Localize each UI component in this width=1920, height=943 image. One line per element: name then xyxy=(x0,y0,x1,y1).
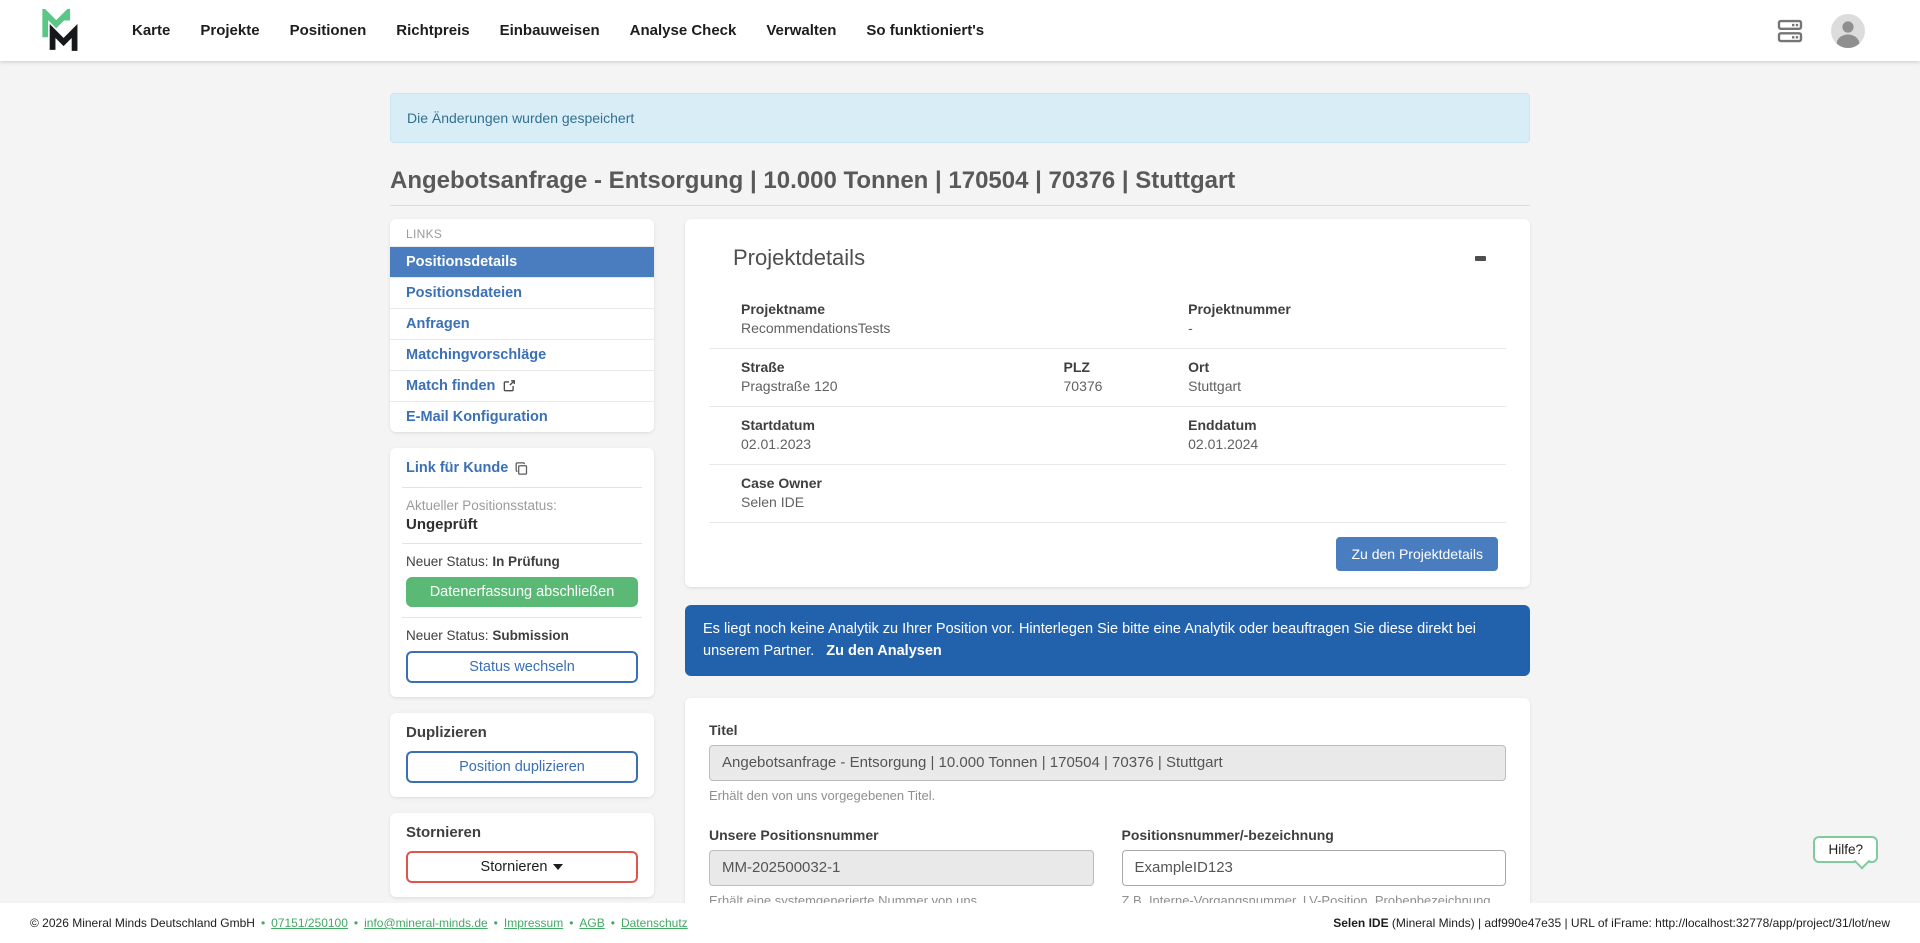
nav-item-positionen[interactable]: Positionen xyxy=(290,22,367,39)
cancel-dropdown-button[interactable]: Stornieren xyxy=(406,851,638,883)
customer-link[interactable]: Link für Kunde xyxy=(406,460,529,476)
position-number-label: Positionsnummer/-bezeichnung xyxy=(1122,827,1507,843)
sidebar-item-matchingvorschlaege[interactable]: Matchingvorschläge xyxy=(390,340,654,371)
detail-row-owner: Case Owner Selen IDE xyxy=(709,465,1506,523)
sidebar-item-anfragen[interactable]: Anfragen xyxy=(390,309,654,340)
nav-item-analyse-check[interactable]: Analyse Check xyxy=(630,22,737,39)
sidebar: LINKS Positionsdetails Positionsdateien … xyxy=(390,219,654,897)
switch-status-button[interactable]: Status wechseln xyxy=(406,651,638,683)
startdatum-value: 02.01.2023 xyxy=(741,436,1188,452)
user-menu-button[interactable] xyxy=(1831,14,1865,48)
logo-icon xyxy=(40,9,84,53)
cancel-title: Stornieren xyxy=(406,824,638,841)
collapse-icon[interactable] xyxy=(1475,256,1486,261)
case-owner-value: Selen IDE xyxy=(741,494,1188,510)
duplicate-title: Duplizieren xyxy=(406,724,638,741)
new-status-line-2: Neuer Status: Submission xyxy=(406,628,638,643)
footer-session-info: Selen IDE (Mineral Minds) | adf990e47e35… xyxy=(1333,916,1890,930)
duplicate-position-button[interactable]: Position duplizieren xyxy=(406,751,638,783)
copyright-text: © 2026 Mineral Minds Deutschland GmbH xyxy=(30,916,255,930)
status-card: Link für Kunde Aktueller Positionsstatus… xyxy=(390,448,654,697)
page-title: Angebotsanfrage - Entsorgung | 10.000 To… xyxy=(390,167,1530,206)
detail-row-dates: Startdatum 02.01.2023 Enddatum 02.01.202… xyxy=(709,407,1506,465)
save-success-alert: Die Änderungen wurden gespeichert xyxy=(390,93,1530,143)
analytics-info-banner: Es liegt noch keine Analytik zu Ihrer Po… xyxy=(685,605,1530,676)
nav-item-einbauweisen[interactable]: Einbauweisen xyxy=(500,22,600,39)
environment-menu-button[interactable] xyxy=(1775,16,1805,46)
mineral-minds-logo[interactable] xyxy=(40,9,84,53)
footer-datenschutz-link[interactable]: Datenschutz xyxy=(605,916,688,930)
project-details-card: Projektdetails Projektname Recommendatio… xyxy=(685,219,1530,587)
nav-item-verwalten[interactable]: Verwalten xyxy=(766,22,836,39)
nav-item-karte[interactable]: Karte xyxy=(132,22,170,39)
footer-impressum-link[interactable]: Impressum xyxy=(488,916,564,930)
current-status-value: Ungeprüft xyxy=(406,516,638,533)
complete-data-entry-button[interactable]: Datenerfassung abschließen xyxy=(406,577,638,607)
project-details-title: Projektdetails xyxy=(733,245,865,271)
caret-down-icon xyxy=(553,864,563,870)
sidebar-item-match-finden[interactable]: Match finden xyxy=(390,371,654,402)
banner-text: Es liegt noch keine Analytik zu Ihrer Po… xyxy=(703,621,1476,659)
sidebar-item-positionsdateien[interactable]: Positionsdateien xyxy=(390,278,654,309)
copy-icon xyxy=(514,461,529,476)
top-navbar: Karte Projekte Positionen Richtpreis Ein… xyxy=(0,0,1920,61)
server-stack-icon xyxy=(1775,16,1805,46)
nav-item-projekte[interactable]: Projekte xyxy=(200,22,259,39)
page-content: Die Änderungen wurden gespeichert Angebo… xyxy=(390,93,1530,943)
main-nav: Karte Projekte Positionen Richtpreis Ein… xyxy=(132,22,1775,39)
alert-message: Die Änderungen wurden gespeichert xyxy=(407,110,634,126)
our-position-number-input xyxy=(709,850,1094,886)
go-to-analyses-link[interactable]: Zu den Analysen xyxy=(826,643,941,659)
nav-item-so-funktionierts[interactable]: So funktioniert's xyxy=(866,22,984,39)
footer-user: Selen IDE xyxy=(1333,916,1388,930)
our-position-number-label: Unsere Positionsnummer xyxy=(709,827,1094,843)
duplicate-card: Duplizieren Position duplizieren xyxy=(390,713,654,797)
go-to-project-details-button[interactable]: Zu den Projektdetails xyxy=(1336,537,1498,571)
footer: © 2026 Mineral Minds Deutschland GmbH 07… xyxy=(0,903,1920,943)
cancel-card: Stornieren Stornieren xyxy=(390,813,654,897)
ort-value: Stuttgart xyxy=(1188,378,1474,394)
titel-helper: Erhält den von uns vorgegebenen Titel. xyxy=(709,788,1506,803)
footer-agb-link[interactable]: AGB xyxy=(563,916,605,930)
help-button[interactable]: Hilfe? xyxy=(1813,836,1878,863)
projektnummer-value: - xyxy=(1188,320,1474,336)
avatar-icon xyxy=(1831,14,1865,48)
nav-item-richtpreis[interactable]: Richtpreis xyxy=(396,22,469,39)
position-number-group: Positionsnummer/-bezeichnung Z.B. Intern… xyxy=(1122,827,1507,908)
projektname-value: RecommendationsTests xyxy=(741,320,1188,336)
current-status-label: Aktueller Positionsstatus: xyxy=(406,498,638,513)
links-card: LINKS Positionsdetails Positionsdateien … xyxy=(390,219,654,432)
footer-left: © 2026 Mineral Minds Deutschland GmbH 07… xyxy=(30,916,688,930)
plz-value: 70376 xyxy=(1064,378,1189,394)
titel-group: Titel Erhält den von uns vorgegebenen Ti… xyxy=(709,722,1506,803)
enddatum-value: 02.01.2024 xyxy=(1188,436,1474,452)
detail-row-name: Projektname RecommendationsTests Projekt… xyxy=(709,291,1506,349)
footer-email-link[interactable]: info@mineral-minds.de xyxy=(348,916,488,930)
footer-phone-link[interactable]: 07151/250100 xyxy=(255,916,348,930)
titel-input xyxy=(709,745,1506,781)
navbar-right xyxy=(1775,14,1865,48)
links-header: LINKS xyxy=(390,219,654,247)
sidebar-item-email-konfiguration[interactable]: E-Mail Konfiguration xyxy=(390,402,654,432)
position-number-input[interactable] xyxy=(1122,850,1507,886)
titel-label: Titel xyxy=(709,722,1506,738)
strasse-value: Pragstraße 120 xyxy=(741,378,1064,394)
new-status-line-1: Neuer Status: In Prüfung xyxy=(406,554,638,569)
detail-row-address: Straße Pragstraße 120 PLZ 70376 Ort Stut… xyxy=(709,349,1506,407)
our-position-number-group: Unsere Positionsnummer Erhält eine syste… xyxy=(709,827,1094,908)
sidebar-item-positionsdetails[interactable]: Positionsdetails xyxy=(390,247,654,278)
external-link-icon xyxy=(502,379,516,393)
main-column: Projektdetails Projektname Recommendatio… xyxy=(685,219,1530,943)
